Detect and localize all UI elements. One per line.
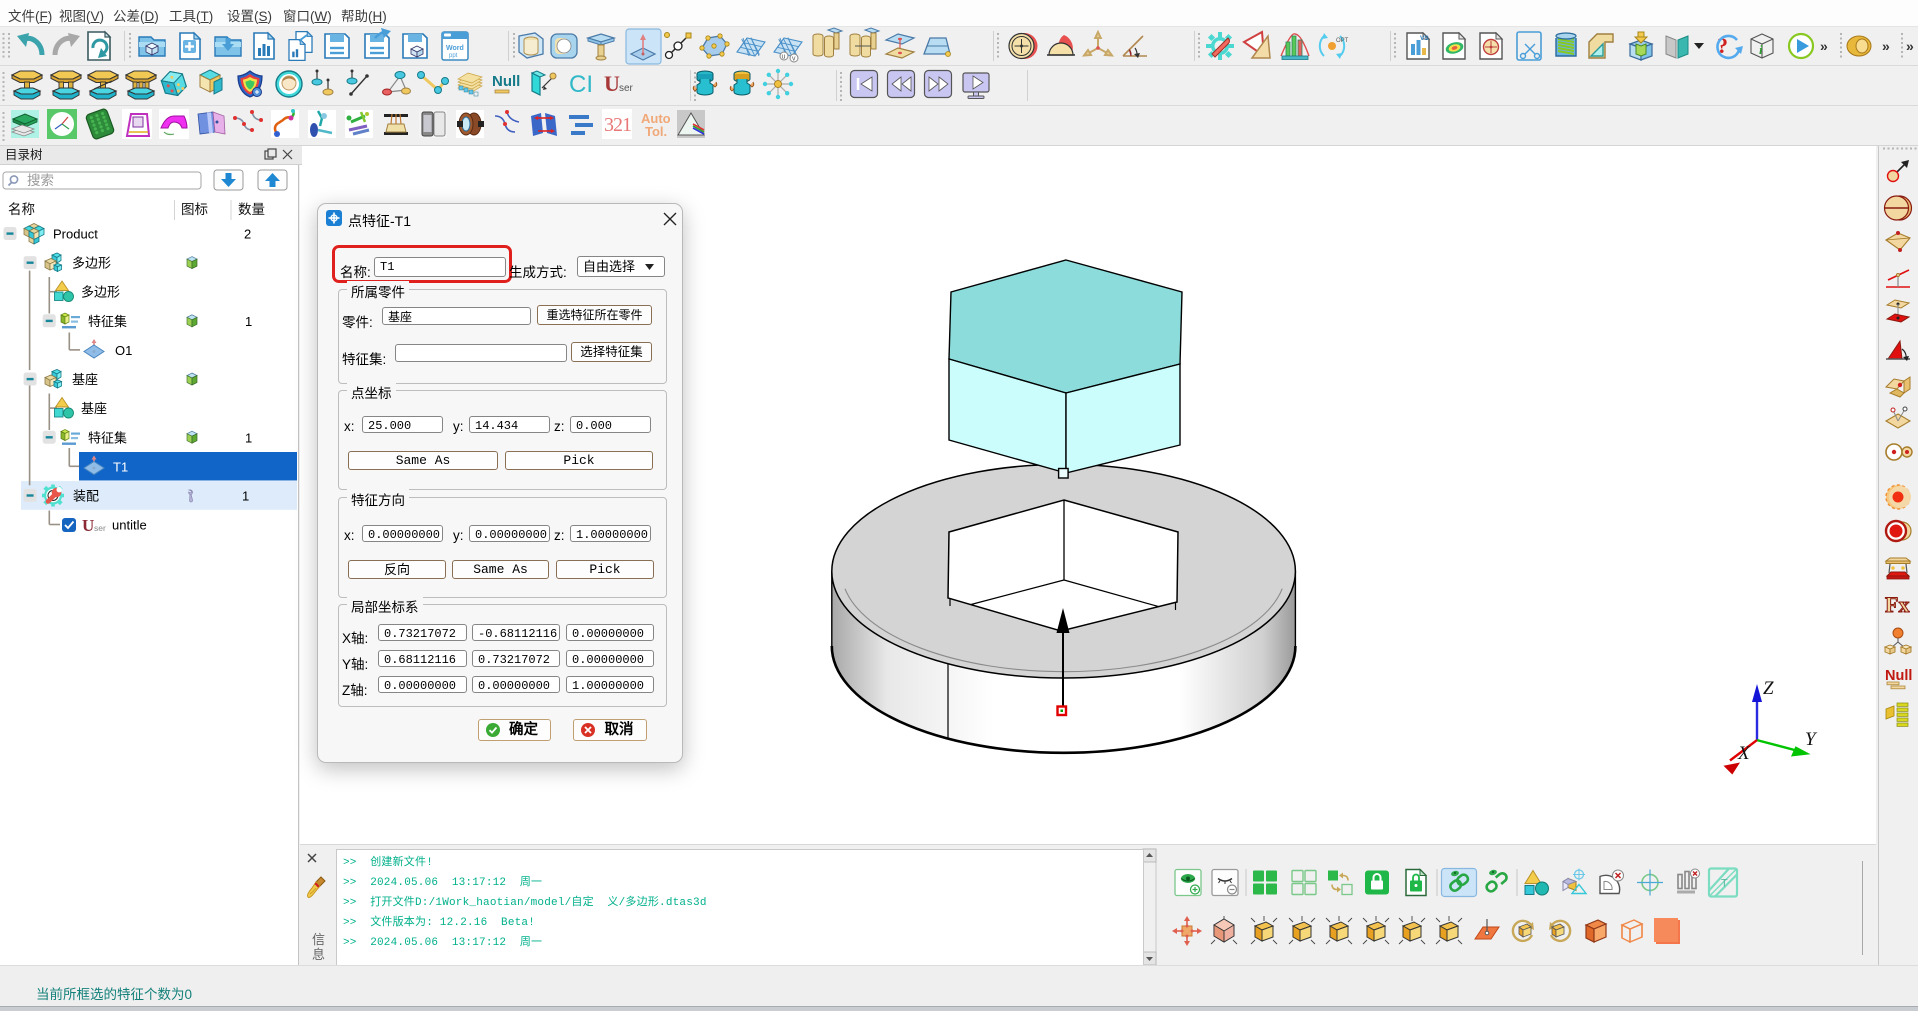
svg-text:ser: ser <box>94 523 106 533</box>
svg-text:U: U <box>604 71 620 96</box>
svg-text:»: » <box>1882 38 1890 54</box>
svg-text:321: 321 <box>604 114 631 136</box>
svg-text:特征集: 特征集 <box>88 431 127 446</box>
svg-text:i: i <box>1759 42 1763 57</box>
svg-text:图标: 图标 <box>181 202 208 217</box>
svg-text:1: 1 <box>245 431 252 446</box>
svg-text:Word: Word <box>446 45 464 52</box>
svg-text:X: X <box>1737 743 1751 764</box>
svg-text:基座: 基座 <box>72 372 98 387</box>
svg-text:Fx: Fx <box>1885 592 1909 617</box>
svg-text:OPT: OPT <box>1336 38 1349 44</box>
svg-text:CI: CI <box>569 71 593 98</box>
svg-text:1: 1 <box>245 314 252 329</box>
svg-text:装配: 装配 <box>73 489 99 504</box>
svg-text:基座: 基座 <box>81 401 107 416</box>
svg-text:搜索: 搜索 <box>27 173 54 188</box>
svg-text:Z: Z <box>1763 678 1774 699</box>
svg-text:2: 2 <box>244 227 251 242</box>
svg-text:U: U <box>82 516 94 535</box>
svg-text:v: v <box>792 56 796 63</box>
svg-text:VS: VS <box>1420 35 1429 42</box>
svg-text:O1: O1 <box>115 343 132 358</box>
svg-text:Tol.: Tol. <box>645 124 667 139</box>
svg-text:Null: Null <box>492 73 520 90</box>
svg-text:信: 信 <box>312 932 325 947</box>
svg-text:»: » <box>1906 38 1914 54</box>
svg-text:名称: 名称 <box>8 202 35 217</box>
svg-text:Y: Y <box>1805 729 1818 750</box>
svg-text:T1: T1 <box>113 460 128 475</box>
svg-text:多边形: 多边形 <box>72 256 111 271</box>
svg-text:»: » <box>1820 38 1828 54</box>
svg-text:多边形: 多边形 <box>81 285 120 300</box>
svg-text:u: u <box>782 54 786 61</box>
svg-text:数量: 数量 <box>238 202 265 217</box>
svg-text:1: 1 <box>242 489 249 504</box>
svg-text:Null: Null <box>1885 668 1912 684</box>
svg-text:untitle: untitle <box>112 518 147 533</box>
svg-text:息: 息 <box>312 947 325 962</box>
svg-text:Product: Product <box>53 227 98 242</box>
svg-text:ppt: ppt <box>449 53 458 59</box>
svg-text:特征集: 特征集 <box>88 314 127 329</box>
svg-text:T: T <box>1721 878 1728 890</box>
svg-text:ser: ser <box>619 83 634 94</box>
